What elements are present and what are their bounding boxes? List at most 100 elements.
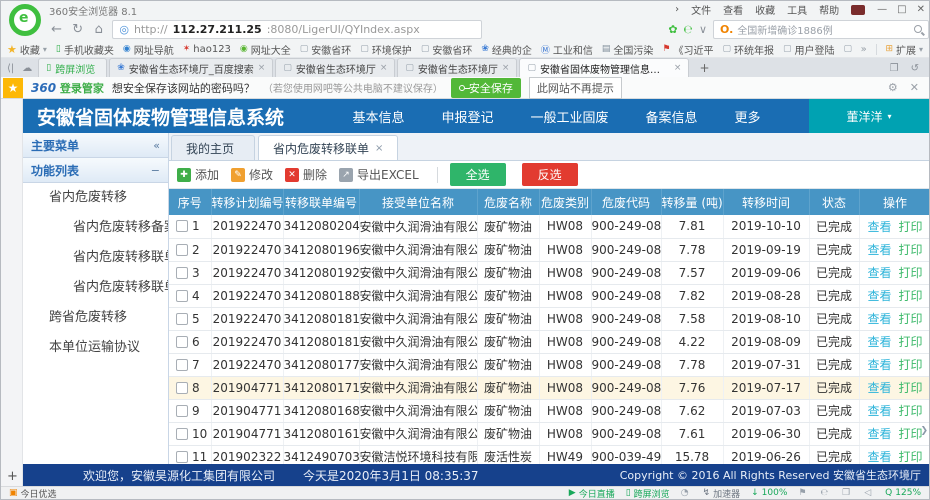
statusbar-tool[interactable]: ↓ 100% xyxy=(751,487,787,500)
view-link[interactable]: 查看 xyxy=(867,289,891,303)
column-header[interactable]: 序号 xyxy=(169,189,211,215)
column-header[interactable]: 接受单位名称 xyxy=(359,189,477,215)
menu-item[interactable]: 帮助 xyxy=(819,2,839,17)
row-checkbox[interactable] xyxy=(176,359,188,371)
view-link[interactable]: 查看 xyxy=(867,220,891,234)
gear-icon[interactable]: ⚙ xyxy=(888,81,898,94)
search-input[interactable]: O. 全国新增确诊1886例 xyxy=(713,20,929,39)
browser-logo-icon[interactable]: e xyxy=(9,4,41,36)
bookmark-item[interactable]: ▯ 手机收藏夹 xyxy=(56,42,114,57)
row-checkbox[interactable] xyxy=(176,336,188,348)
column-header[interactable]: 状态 xyxy=(809,189,859,215)
collapse-icon[interactable]: « xyxy=(153,139,160,152)
bookmarks-overflow-button[interactable]: » xyxy=(861,44,867,55)
column-header[interactable]: 操作 xyxy=(859,189,929,215)
home-button[interactable]: ⌂ xyxy=(91,22,106,37)
column-header[interactable]: 危废类别 xyxy=(539,189,591,215)
bookmark-item[interactable]: ◉ 网址大全 xyxy=(240,42,291,57)
bookmark-item[interactable]: ▤ 全国污染 xyxy=(602,42,654,57)
bookmark-item[interactable]: ▢ 安徽省环 xyxy=(421,42,473,57)
refresh-button[interactable]: ↻ xyxy=(70,22,85,37)
statusbar-tool[interactable]: ⚑ xyxy=(798,487,809,500)
content-tab[interactable]: 我的主页 xyxy=(171,135,255,160)
print-link[interactable]: 打印 xyxy=(899,427,923,441)
tab-close-icon[interactable]: × xyxy=(380,63,388,73)
statusbar-tool[interactable]: Q 125% xyxy=(885,487,921,500)
bookmark-item[interactable]: ▢ 环境保护 xyxy=(360,42,412,57)
addr-action-icon[interactable]: ∨ xyxy=(699,23,707,36)
minimize-button[interactable]: — xyxy=(877,4,887,15)
column-header[interactable]: 转移联单编号 xyxy=(283,189,359,215)
print-link[interactable]: 打印 xyxy=(899,358,923,372)
edit-button[interactable]: ✎ 修改 xyxy=(231,166,273,183)
statusbar-tool[interactable]: ◁ xyxy=(864,487,874,500)
print-link[interactable]: 打印 xyxy=(899,243,923,257)
browser-tab[interactable]: ▢ 安徽省固体废物管理信息系统 × xyxy=(519,58,689,77)
save-password-button[interactable]: 安全保存 xyxy=(451,78,521,98)
export-excel-button[interactable]: ↗ 导出EXCEL xyxy=(339,166,419,183)
sidebar-item[interactable]: 省内危废转移联单 xyxy=(23,243,168,273)
row-checkbox[interactable] xyxy=(176,405,188,417)
tabbar-tool-icon[interactable]: ⟨| xyxy=(5,63,20,77)
browser-tab[interactable]: ▯ 跨屏浏览 xyxy=(38,58,107,77)
nav-item[interactable]: 一般工业固废 xyxy=(530,107,608,126)
bookmark-item[interactable]: ▢ 安徽省环 xyxy=(300,42,352,57)
row-checkbox[interactable] xyxy=(176,451,188,463)
notification-close-icon[interactable]: ✕ xyxy=(910,81,919,94)
menu-item[interactable]: 文件 xyxy=(691,2,711,17)
statusbar-tool[interactable]: ▶ 今日直播 xyxy=(569,487,615,500)
theme-icon[interactable] xyxy=(851,5,865,15)
nav-item[interactable]: 基本信息 xyxy=(353,107,405,126)
tabbar-action-icon[interactable]: ↺ xyxy=(911,63,919,74)
column-header[interactable]: 危废名称 xyxy=(477,189,539,215)
browser-tab[interactable]: ▢ 安徽省生态环境厅 × xyxy=(275,58,395,77)
statusbar-tool[interactable]: ↯ 加速器 xyxy=(703,487,741,500)
row-checkbox[interactable] xyxy=(176,382,188,394)
statusbar-tool[interactable]: ℮ xyxy=(820,487,831,500)
print-link[interactable]: 打印 xyxy=(899,381,923,395)
statusbar-tool[interactable]: ❐ xyxy=(842,487,853,500)
tab-close-icon[interactable]: × xyxy=(258,63,266,73)
browser-tab[interactable]: ▢ 安徽省生态环境厅 × xyxy=(397,58,517,77)
view-link[interactable]: 查看 xyxy=(867,266,891,280)
menu-item[interactable]: 查看 xyxy=(723,2,743,17)
addr-action-icon[interactable]: ℮ xyxy=(684,23,693,36)
view-link[interactable]: 查看 xyxy=(867,450,891,464)
back-button[interactable]: ← xyxy=(49,22,64,37)
nav-item[interactable]: 申报登记 xyxy=(441,107,493,126)
bookmark-item[interactable]: ◉ 网址导航 xyxy=(123,42,174,57)
row-checkbox[interactable] xyxy=(176,267,188,279)
search-icon[interactable] xyxy=(914,25,922,33)
new-tab-button[interactable]: + xyxy=(691,61,717,77)
url-input[interactable]: ◎ http://112.27.211.25:8080/LigerUI/QYIn… xyxy=(112,20,482,39)
row-checkbox[interactable] xyxy=(176,220,188,232)
print-link[interactable]: 打印 xyxy=(899,220,923,234)
side-panel-add-button[interactable]: + xyxy=(7,469,18,484)
view-link[interactable]: 查看 xyxy=(867,381,891,395)
bookmark-item[interactable]: ▢ 用户登陆 xyxy=(783,42,835,57)
row-checkbox[interactable] xyxy=(176,428,188,440)
close-button[interactable]: ✕ xyxy=(917,4,925,15)
row-checkbox[interactable] xyxy=(176,290,188,302)
print-link[interactable]: 打印 xyxy=(899,312,923,326)
menu-item[interactable]: 收藏 xyxy=(755,2,775,17)
row-checkbox[interactable] xyxy=(176,244,188,256)
menu-chevron-icon[interactable]: › xyxy=(675,4,679,15)
tab-close-icon[interactable]: × xyxy=(375,143,383,154)
tab-close-icon[interactable]: × xyxy=(674,63,682,73)
sidebar-item[interactable]: 跨省危废转移 xyxy=(23,303,168,333)
content-tab[interactable]: 省内危废转移联单 × xyxy=(258,135,398,160)
column-header[interactable]: 转移量 (吨) xyxy=(661,189,723,215)
column-header[interactable]: 转移时间 xyxy=(723,189,809,215)
user-menu[interactable]: 董洋洋 ▾ xyxy=(809,99,929,133)
addr-action-icon[interactable]: ✿ xyxy=(668,23,677,36)
column-header[interactable]: 危废代码 xyxy=(591,189,661,215)
menu-item[interactable]: 工具 xyxy=(787,2,807,17)
scroll-arrow-icon[interactable]: ❯ xyxy=(920,426,928,436)
add-button[interactable]: ✚ 添加 xyxy=(177,166,219,183)
select-all-button[interactable]: 全选 xyxy=(450,163,506,186)
view-link[interactable]: 查看 xyxy=(867,358,891,372)
print-link[interactable]: 打印 xyxy=(899,266,923,280)
print-link[interactable]: 打印 xyxy=(899,450,923,464)
tabbar-action-icon[interactable]: ❐ xyxy=(890,63,899,74)
